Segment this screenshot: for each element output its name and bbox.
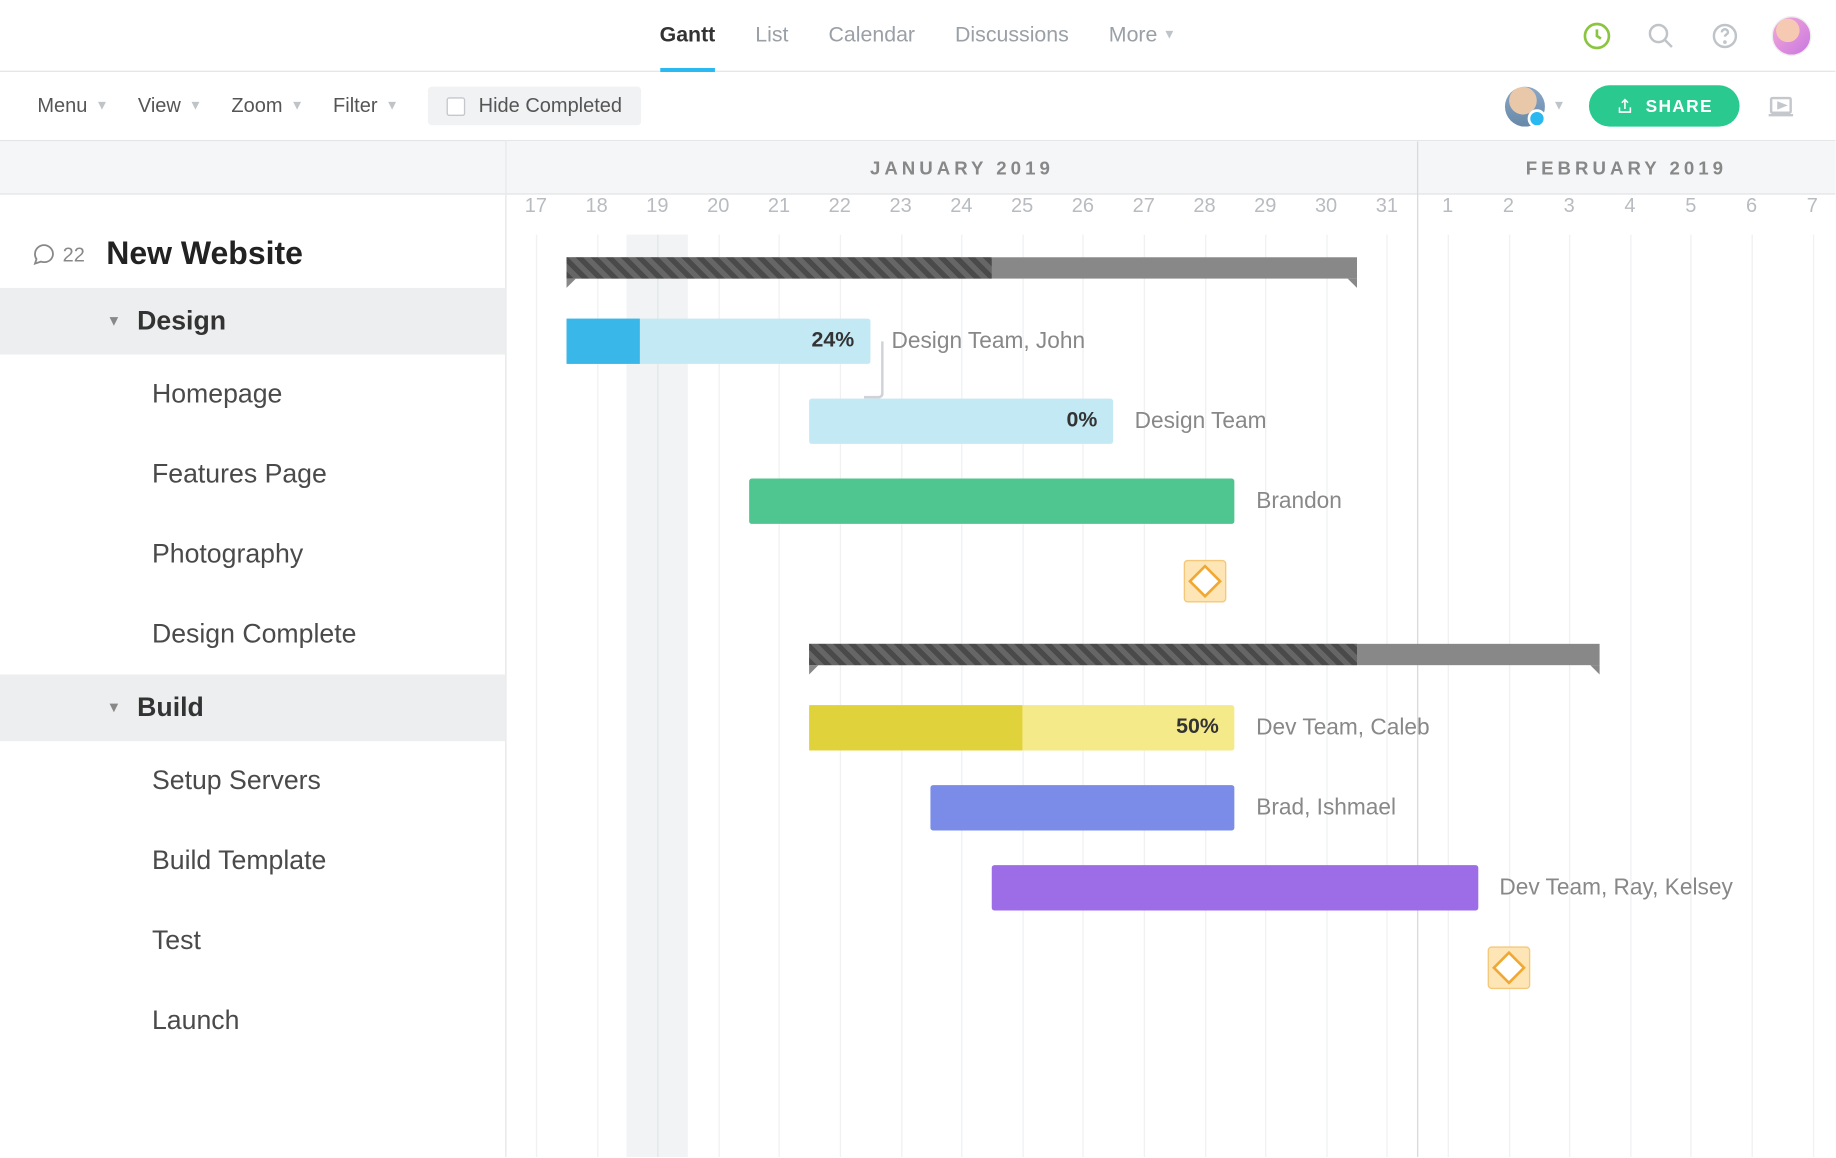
gantt-chart[interactable]: JANUARY 2019FEBRUARY 2019 17181920212223… — [507, 141, 1836, 1157]
assignee-label: Dev Team, Caleb — [1256, 714, 1429, 741]
task-row[interactable]: Setup Servers — [0, 741, 505, 821]
view-dropdown[interactable]: View▼ — [138, 95, 202, 118]
day-label: 28 — [1184, 195, 1224, 218]
chevron-down-icon: ▼ — [291, 99, 304, 114]
menu-dropdown[interactable]: Menu▼ — [37, 95, 108, 118]
summary-bar[interactable] — [809, 644, 1599, 665]
task-bar[interactable]: 50%Dev Team, Caleb — [809, 705, 1234, 750]
comments-count[interactable]: 22 — [32, 243, 85, 267]
chevron-down-icon: ▼ — [385, 99, 398, 114]
day-label: 3 — [1549, 195, 1589, 218]
day-label: 20 — [698, 195, 738, 218]
task-bar[interactable]: 24%Design Team, John — [566, 319, 870, 364]
help-icon[interactable] — [1708, 18, 1743, 53]
project-title: New Website — [106, 236, 303, 273]
share-icon — [1616, 97, 1635, 116]
nav-tab-gantt[interactable]: Gantt — [660, 0, 716, 71]
search-icon[interactable] — [1644, 18, 1679, 53]
day-label: 23 — [881, 195, 921, 218]
day-label: 18 — [577, 195, 617, 218]
day-label: 5 — [1671, 195, 1711, 218]
chevron-down-icon: ▼ — [1163, 28, 1176, 43]
nav-tab-calendar[interactable]: Calendar — [828, 0, 915, 71]
task-row[interactable]: Features Page — [0, 435, 505, 515]
day-label: 30 — [1306, 195, 1346, 218]
day-label: 31 — [1367, 195, 1407, 218]
assignee-label: Dev Team, Ray, Kelsey — [1499, 874, 1732, 901]
day-label: 29 — [1245, 195, 1285, 218]
task-row[interactable]: Test — [0, 901, 505, 981]
day-label: 1 — [1428, 195, 1468, 218]
nav-tab-list[interactable]: List — [755, 0, 788, 71]
task-row[interactable]: Homepage — [0, 355, 505, 435]
day-label: 22 — [820, 195, 860, 218]
toolbar: Menu▼ View▼ Zoom▼ Filter▼ Hide Completed… — [0, 72, 1836, 141]
milestone[interactable] — [1487, 946, 1530, 989]
chevron-down-icon: ▼ — [1552, 99, 1565, 114]
task-row[interactable]: Launch — [0, 981, 505, 1061]
task-bar[interactable]: Dev Team, Ray, Kelsey — [992, 865, 1478, 910]
chevron-down-icon: ▼ — [95, 99, 108, 114]
month-label: FEBRUARY 2019 — [1417, 141, 1835, 193]
group-row-build[interactable]: ▼Build — [0, 674, 505, 741]
zoom-dropdown[interactable]: Zoom▼ — [231, 95, 303, 118]
milestone[interactable] — [1183, 560, 1226, 603]
day-label: 7 — [1792, 195, 1832, 218]
day-label: 17 — [516, 195, 556, 218]
task-bar[interactable]: Brandon — [749, 479, 1235, 524]
day-label: 27 — [1124, 195, 1164, 218]
day-label: 6 — [1732, 195, 1772, 218]
checkbox-icon — [447, 97, 466, 116]
task-row[interactable]: Design Complete — [0, 595, 505, 675]
day-label: 25 — [1002, 195, 1042, 218]
assignee-label: Design Team, John — [892, 328, 1086, 355]
nav-tab-more[interactable]: More▼ — [1109, 0, 1176, 71]
task-sidebar: 22 New Website ▼DesignHomepageFeatures P… — [0, 141, 507, 1157]
clock-icon[interactable] — [1580, 18, 1615, 53]
account-avatar[interactable] — [1772, 15, 1812, 55]
user-avatar — [1504, 86, 1544, 126]
day-label: 26 — [1063, 195, 1103, 218]
day-label: 21 — [759, 195, 799, 218]
task-row[interactable]: Build Template — [0, 821, 505, 901]
comment-icon — [32, 243, 56, 267]
filter-dropdown[interactable]: Filter▼ — [333, 95, 399, 118]
user-dropdown[interactable]: ▼ — [1504, 86, 1565, 126]
top-nav: Gantt List Calendar Discussions More▼ — [0, 0, 1836, 72]
assignee-label: Brad, Ishmael — [1256, 794, 1396, 821]
day-label: 19 — [637, 195, 677, 218]
task-bar[interactable]: Brad, Ishmael — [931, 785, 1235, 830]
assignee-label: Design Team — [1135, 408, 1267, 435]
task-row[interactable]: Photography — [0, 515, 505, 595]
chevron-down-icon: ▼ — [189, 99, 202, 114]
day-label: 4 — [1610, 195, 1650, 218]
chevron-down-icon: ▼ — [107, 313, 122, 329]
month-label: JANUARY 2019 — [507, 141, 1418, 193]
day-label: 24 — [941, 195, 981, 218]
presentation-icon[interactable] — [1764, 89, 1799, 124]
nav-tab-discussions[interactable]: Discussions — [955, 0, 1069, 71]
assignee-label: Brandon — [1256, 488, 1342, 515]
chevron-down-icon: ▼ — [107, 700, 122, 716]
task-bar[interactable]: 0%Design Team — [809, 399, 1113, 444]
day-label: 2 — [1488, 195, 1528, 218]
summary-bar[interactable] — [566, 257, 1356, 278]
group-row-design[interactable]: ▼Design — [0, 288, 505, 355]
hide-completed-toggle[interactable]: Hide Completed — [428, 87, 641, 126]
share-button[interactable]: SHARE — [1590, 85, 1740, 126]
